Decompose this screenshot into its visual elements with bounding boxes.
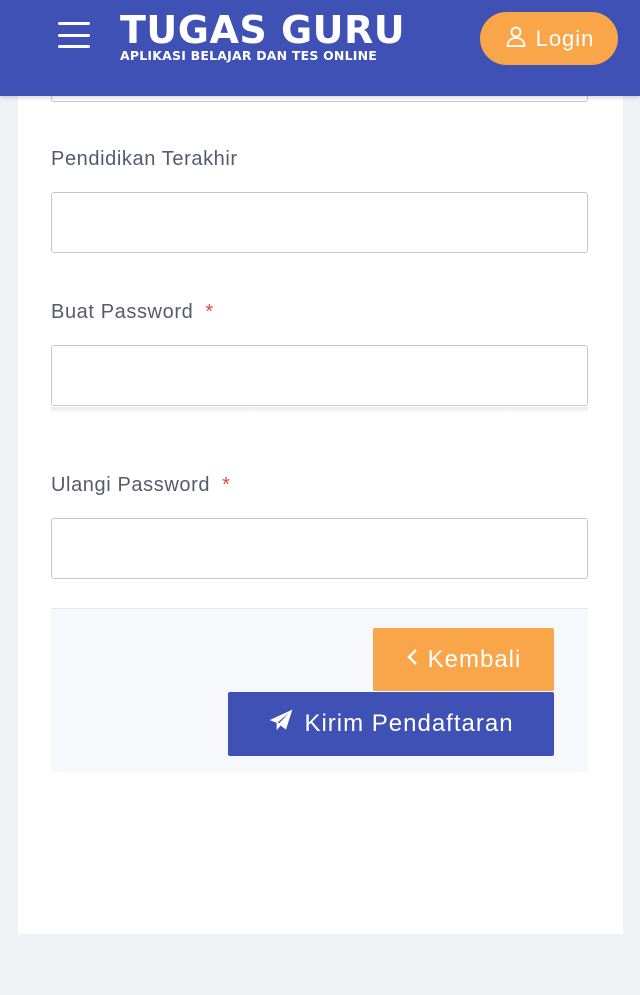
login-label: Login bbox=[535, 25, 595, 51]
required-mark: * bbox=[205, 301, 214, 323]
input-shadow bbox=[51, 407, 588, 413]
brand-subtitle: APLIKASI BELAJAR DAN TES ONLINE bbox=[120, 48, 378, 63]
brand-logo[interactable]: TUGAS GURU APLIKASI BELAJAR DAN TES ONLI… bbox=[120, 8, 405, 63]
field-label-ulangi-password: Ulangi Password * bbox=[51, 474, 230, 497]
field-label-buat-password: Buat Password * bbox=[51, 301, 214, 324]
field-label-pendidikan: Pendidikan Terakhir bbox=[51, 148, 238, 171]
paper-plane-icon bbox=[268, 708, 294, 741]
chevron-left-icon bbox=[406, 646, 420, 674]
registration-form-card: Pendidikan Terakhir Buat Password * Ulang… bbox=[18, 70, 623, 934]
field-label-text: Pendidikan Terakhir bbox=[51, 148, 238, 170]
submit-registration-button[interactable]: Kirim Pendaftaran bbox=[228, 692, 554, 756]
submit-label: Kirim Pendaftaran bbox=[304, 710, 514, 737]
hamburger-menu-icon[interactable] bbox=[58, 22, 90, 48]
pendidikan-terakhir-input[interactable] bbox=[51, 192, 588, 253]
login-button[interactable]: Login bbox=[480, 12, 618, 65]
brand-title: TUGAS GURU bbox=[120, 8, 406, 52]
field-label-text: Ulangi Password bbox=[51, 474, 211, 496]
field-label-text: Buat Password bbox=[51, 301, 194, 323]
form-actions: Kembali Kirim Pendaftaran bbox=[51, 608, 588, 772]
page: TUGAS GURU APLIKASI BELAJAR DAN TES ONLI… bbox=[0, 0, 640, 995]
required-mark: * bbox=[222, 474, 231, 496]
app-header: TUGAS GURU APLIKASI BELAJAR DAN TES ONLI… bbox=[0, 0, 640, 96]
buat-password-input[interactable] bbox=[51, 345, 588, 406]
back-button[interactable]: Kembali bbox=[373, 628, 554, 691]
back-label: Kembali bbox=[427, 645, 522, 673]
user-icon bbox=[504, 24, 528, 54]
ulangi-password-input[interactable] bbox=[51, 518, 588, 579]
